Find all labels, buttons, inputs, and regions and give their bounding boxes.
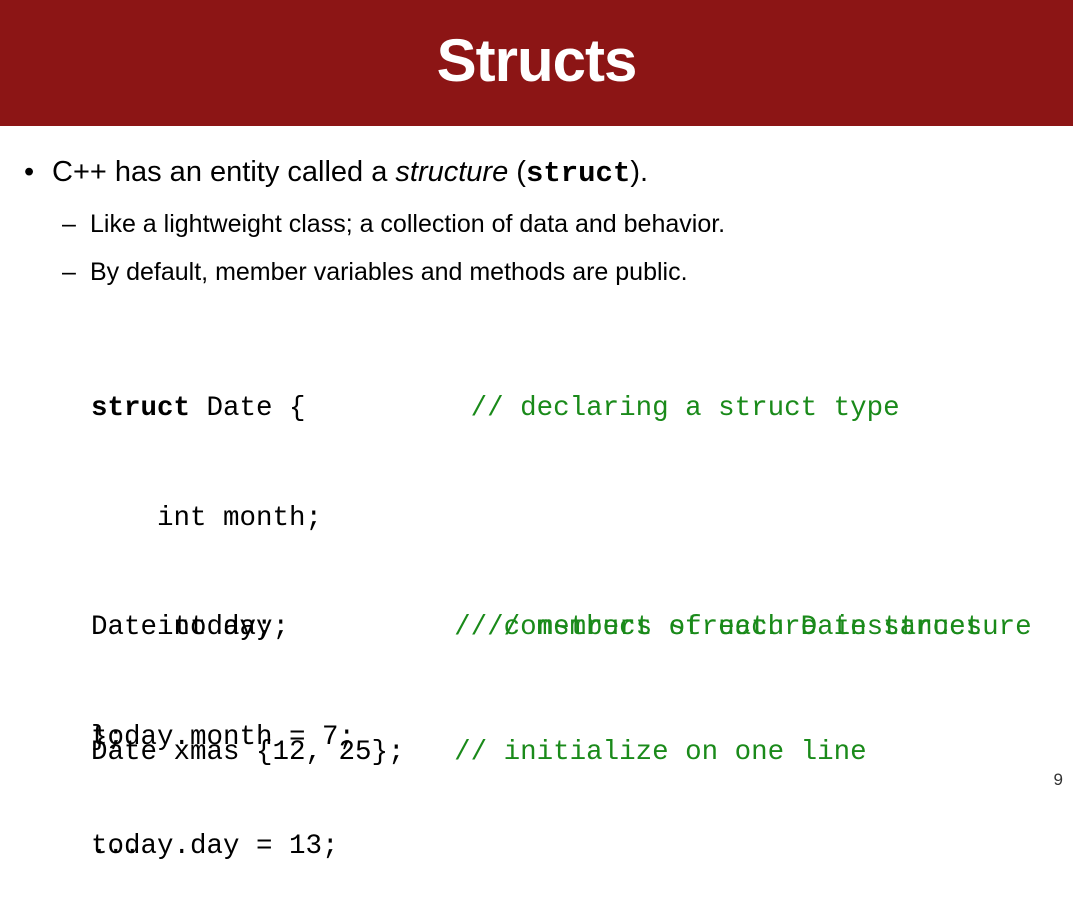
code-line: int month; [91,501,1032,538]
code-comment: // declaring a struct type [470,393,900,424]
page-number: 9 [1053,770,1063,789]
code-line: today.day = 13; [91,829,982,866]
bullet-prefix: C++ has an entity called a [52,156,396,188]
bullet-level1: • C++ has an entity called a structure (… [24,152,648,194]
code-keyword: struct [91,393,191,424]
code-line: Date today; // construct structure insta… [91,610,982,647]
code-line: Date xmas {12, 25}; // initialize on one… [91,735,867,772]
code-block-3: Date xmas {12, 25}; // initialize on one… [91,662,867,808]
code-text: int month; [91,502,323,534]
sub-bullet-text: By default, member variables and methods… [90,258,688,286]
code-comment: // construct structure instances [454,612,983,643]
bullet-code-keyword: struct [525,157,631,190]
slide-title: Structs [436,26,638,94]
sub-bullet-2: – By default, member variables and method… [62,255,688,289]
code-text: Date today; [91,612,455,643]
sub-bullet-1: – Like a lightweight class; a collection … [62,207,725,241]
code-text: today.day = 13; [91,831,339,862]
sub-bullet-marker: – [62,210,76,238]
bullet-marker: • [24,156,35,188]
code-comment: // initialize on one line [454,737,867,768]
code-text: Date { [190,393,471,424]
sub-bullet-text: Like a lightweight class; a collection o… [90,210,726,238]
code-text: Date xmas {12, 25}; [91,737,455,768]
sub-bullet-marker: – [62,258,76,286]
code-line: struct Date { // declaring a struct type [91,391,1032,428]
bullet-text: C++ has an entity called a structure (st… [52,156,649,190]
bullet-emphasis: structure [395,156,509,188]
title-bar: Structs [0,0,1073,126]
bullet-suffix: ). [630,156,649,188]
bullet-mid: ( [508,156,526,188]
